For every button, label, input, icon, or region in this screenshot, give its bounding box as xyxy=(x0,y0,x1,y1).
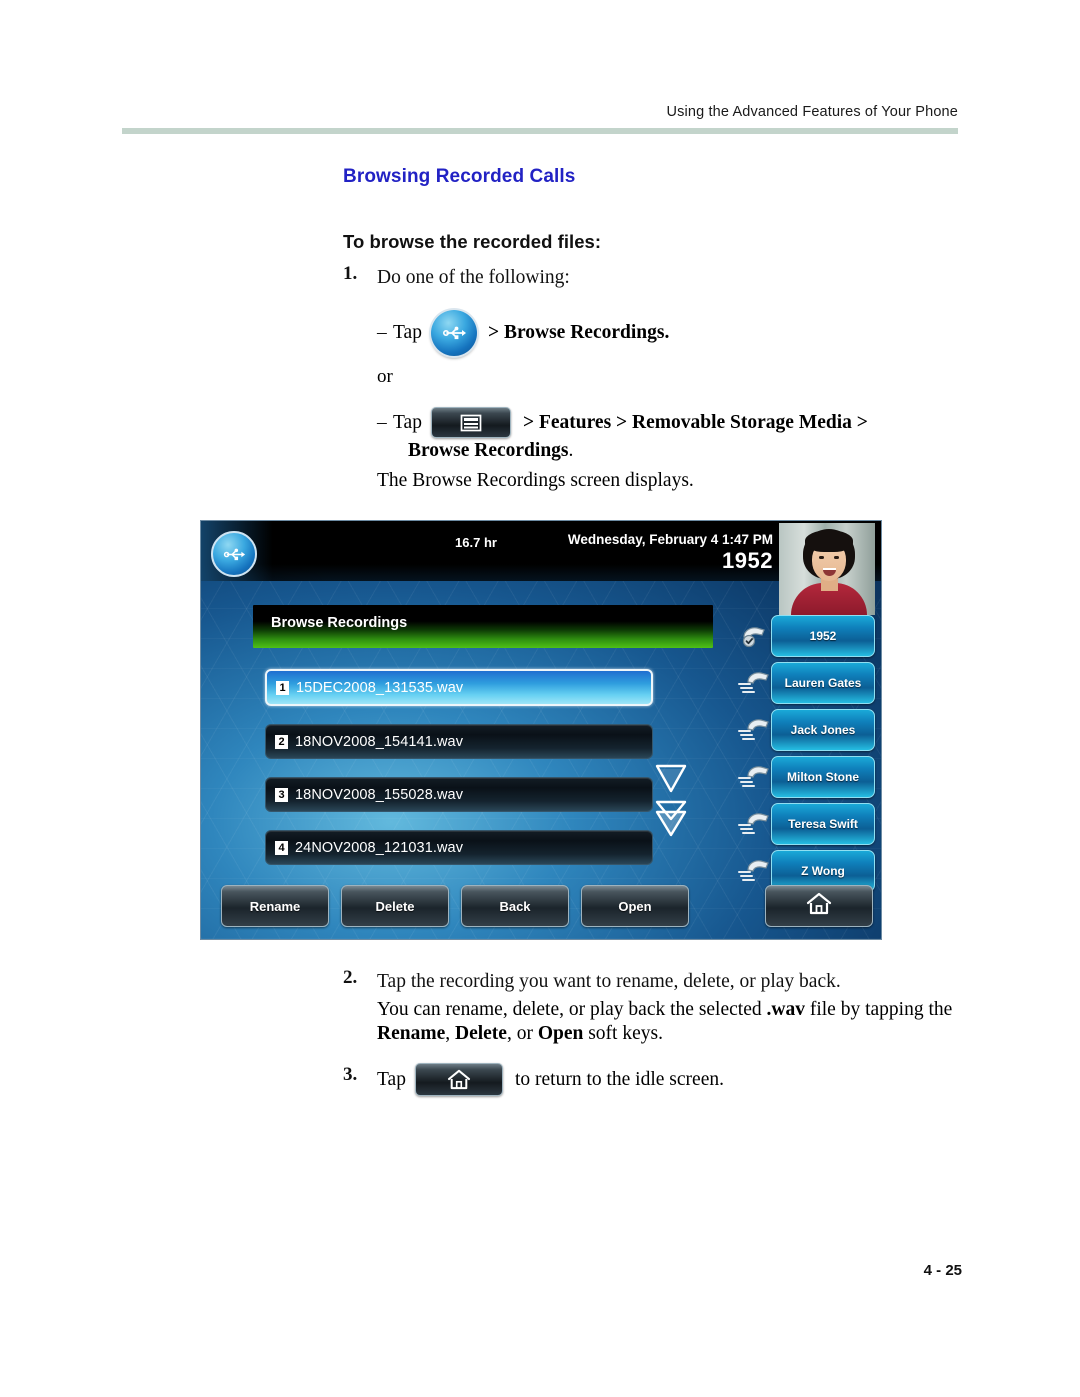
line-key-label: 1952 xyxy=(809,629,837,643)
home-icon xyxy=(806,892,832,920)
line-key-label: Lauren Gates xyxy=(784,676,862,690)
step-2-body-line-1: You can rename, delete, or play back the… xyxy=(377,999,952,1021)
step-1-bullet-usb-tail: > Browse Recordings. xyxy=(487,322,670,343)
soft-key-label: Rename xyxy=(249,898,301,914)
line-key[interactable]: Teresa Swift xyxy=(738,803,875,845)
step-3-row: Tap to return to the idle screen. xyxy=(377,1063,724,1096)
list-item-index: 4 xyxy=(275,840,288,855)
period: . xyxy=(568,440,574,461)
bullet-dash: – xyxy=(377,411,387,433)
recording-file-list: 1 15DEC2008_131535.wav 2 18NOV2008_15414… xyxy=(265,669,653,883)
step-1-or: or xyxy=(377,366,393,387)
step-2-body-line-2: Rename, Delete, or Open soft keys. xyxy=(377,1023,663,1045)
list-item-index: 3 xyxy=(275,787,288,802)
storage-capacity-label: 16.7 hr xyxy=(455,535,497,550)
avatar-eye-right xyxy=(834,556,839,559)
step-2-number: 2. xyxy=(343,967,358,988)
list-item[interactable]: 1 15DEC2008_131535.wav xyxy=(265,669,653,706)
phone-screen-figure: 16.7 hr Wednesday, February 4 1:47 PM 19… xyxy=(201,521,881,939)
line-key[interactable]: 1952 xyxy=(742,615,875,657)
line-key-label: Z Wong xyxy=(801,864,845,878)
rename-bold: Rename xyxy=(377,1023,446,1044)
soft-key-label: Open xyxy=(618,898,652,914)
list-item-label: 18NOV2008_154141.wav xyxy=(295,733,464,750)
screen-title-bar: Browse Recordings xyxy=(253,605,713,648)
list-item-label: 24NOV2008_121031.wav xyxy=(295,839,464,856)
step-2-body-b: file by tapping the xyxy=(804,999,953,1020)
list-item-label: 15DEC2008_131535.wav xyxy=(296,679,464,696)
handset-registered-icon xyxy=(738,622,770,650)
page-number: 4 - 25 xyxy=(923,1262,962,1279)
line-key-label: Milton Stone xyxy=(787,770,859,784)
line-key-label: Jack Jones xyxy=(790,723,856,737)
soft-key-bar: Rename Delete Back Open xyxy=(221,885,689,927)
list-item[interactable]: 4 24NOV2008_121031.wav xyxy=(265,830,653,865)
line-key-panel: 1952 Lauren Gates Jack Jones Milton Ston… xyxy=(738,615,875,897)
handset-icon xyxy=(738,810,770,838)
line-key[interactable]: Milton Stone xyxy=(738,756,875,798)
open-button[interactable]: Open xyxy=(581,885,689,927)
menu-icon[interactable] xyxy=(430,407,511,438)
list-item[interactable]: 2 18NOV2008_154141.wav xyxy=(265,724,653,759)
avatar-fringe xyxy=(805,530,853,552)
handset-icon xyxy=(738,669,770,697)
avatar xyxy=(779,523,875,615)
step-2-body-tail: soft keys. xyxy=(583,1023,663,1044)
avatar-eye-left xyxy=(819,556,824,559)
sep-1: , xyxy=(445,1023,455,1044)
rename-button[interactable]: Rename xyxy=(221,885,329,927)
step-3-tail: to return to the idle screen. xyxy=(514,1068,724,1090)
delete-button[interactable]: Delete xyxy=(341,885,449,927)
scroll-indicators xyxy=(651,761,695,839)
step-1-text: Do one of the following: xyxy=(377,267,570,288)
date-time-label: Wednesday, February 4 1:47 PM xyxy=(567,532,773,547)
scroll-page-down-icon[interactable] xyxy=(651,799,691,839)
usb-icon[interactable] xyxy=(430,310,477,356)
usb-icon[interactable] xyxy=(211,531,257,577)
step-2-body-a: You can rename, delete, or play back the… xyxy=(377,999,767,1020)
step-1-bullet-menu-continuation: Browse Recordings. xyxy=(408,440,573,462)
scroll-down-icon[interactable] xyxy=(651,761,691,795)
list-item-index: 1 xyxy=(276,680,289,695)
screen-title-label: Browse Recordings xyxy=(271,615,408,631)
soft-key-label: Back xyxy=(499,898,531,914)
back-button[interactable]: Back xyxy=(461,885,569,927)
browse-recordings-bold: Browse Recordings xyxy=(408,440,569,461)
header-rule xyxy=(122,128,958,134)
wav-bold: .wav xyxy=(766,999,805,1020)
bullet-dash: – xyxy=(377,322,387,343)
line-key[interactable]: Jack Jones xyxy=(738,709,875,751)
home-button[interactable] xyxy=(765,885,873,927)
soft-key-label: Delete xyxy=(375,898,415,914)
sep-2: , or xyxy=(506,1023,538,1044)
step-1-result: The Browse Recordings screen displays. xyxy=(377,470,694,491)
step-1-bullet-usb: – Tap > Browse Recordings. xyxy=(377,310,669,356)
handset-icon xyxy=(738,763,770,791)
tap-label: Tap xyxy=(377,1068,406,1090)
delete-bold: Delete xyxy=(454,1023,507,1044)
my-extension-label: 1952 xyxy=(722,548,773,573)
line-key-label: Teresa Swift xyxy=(788,817,858,831)
home-icon[interactable] xyxy=(414,1063,503,1096)
tap-label: Tap xyxy=(393,411,422,433)
list-item-index: 2 xyxy=(275,734,288,749)
list-item[interactable]: 3 18NOV2008_155028.wav xyxy=(265,777,653,812)
task-title: To browse the recorded files: xyxy=(343,231,602,252)
step-1-bullet-menu: – Tap > Features > Removable Storage Med… xyxy=(377,407,868,438)
page-title: Browsing Recorded Calls xyxy=(343,166,576,187)
list-item-label: 18NOV2008_155028.wav xyxy=(295,786,464,803)
handset-icon xyxy=(738,857,770,885)
step-3-number: 3. xyxy=(343,1064,358,1085)
open-bold: Open xyxy=(537,1023,584,1044)
tap-label: Tap xyxy=(393,322,422,343)
running-header: Using the Advanced Features of Your Phon… xyxy=(666,104,958,120)
handset-icon xyxy=(738,716,770,744)
line-key[interactable]: Lauren Gates xyxy=(738,662,875,704)
step-1-number: 1. xyxy=(343,263,358,284)
step-2-text: Tap the recording you want to rename, de… xyxy=(377,971,841,992)
step-1-bullet-menu-tail: > Features > Removable Storage Media > xyxy=(522,411,868,433)
